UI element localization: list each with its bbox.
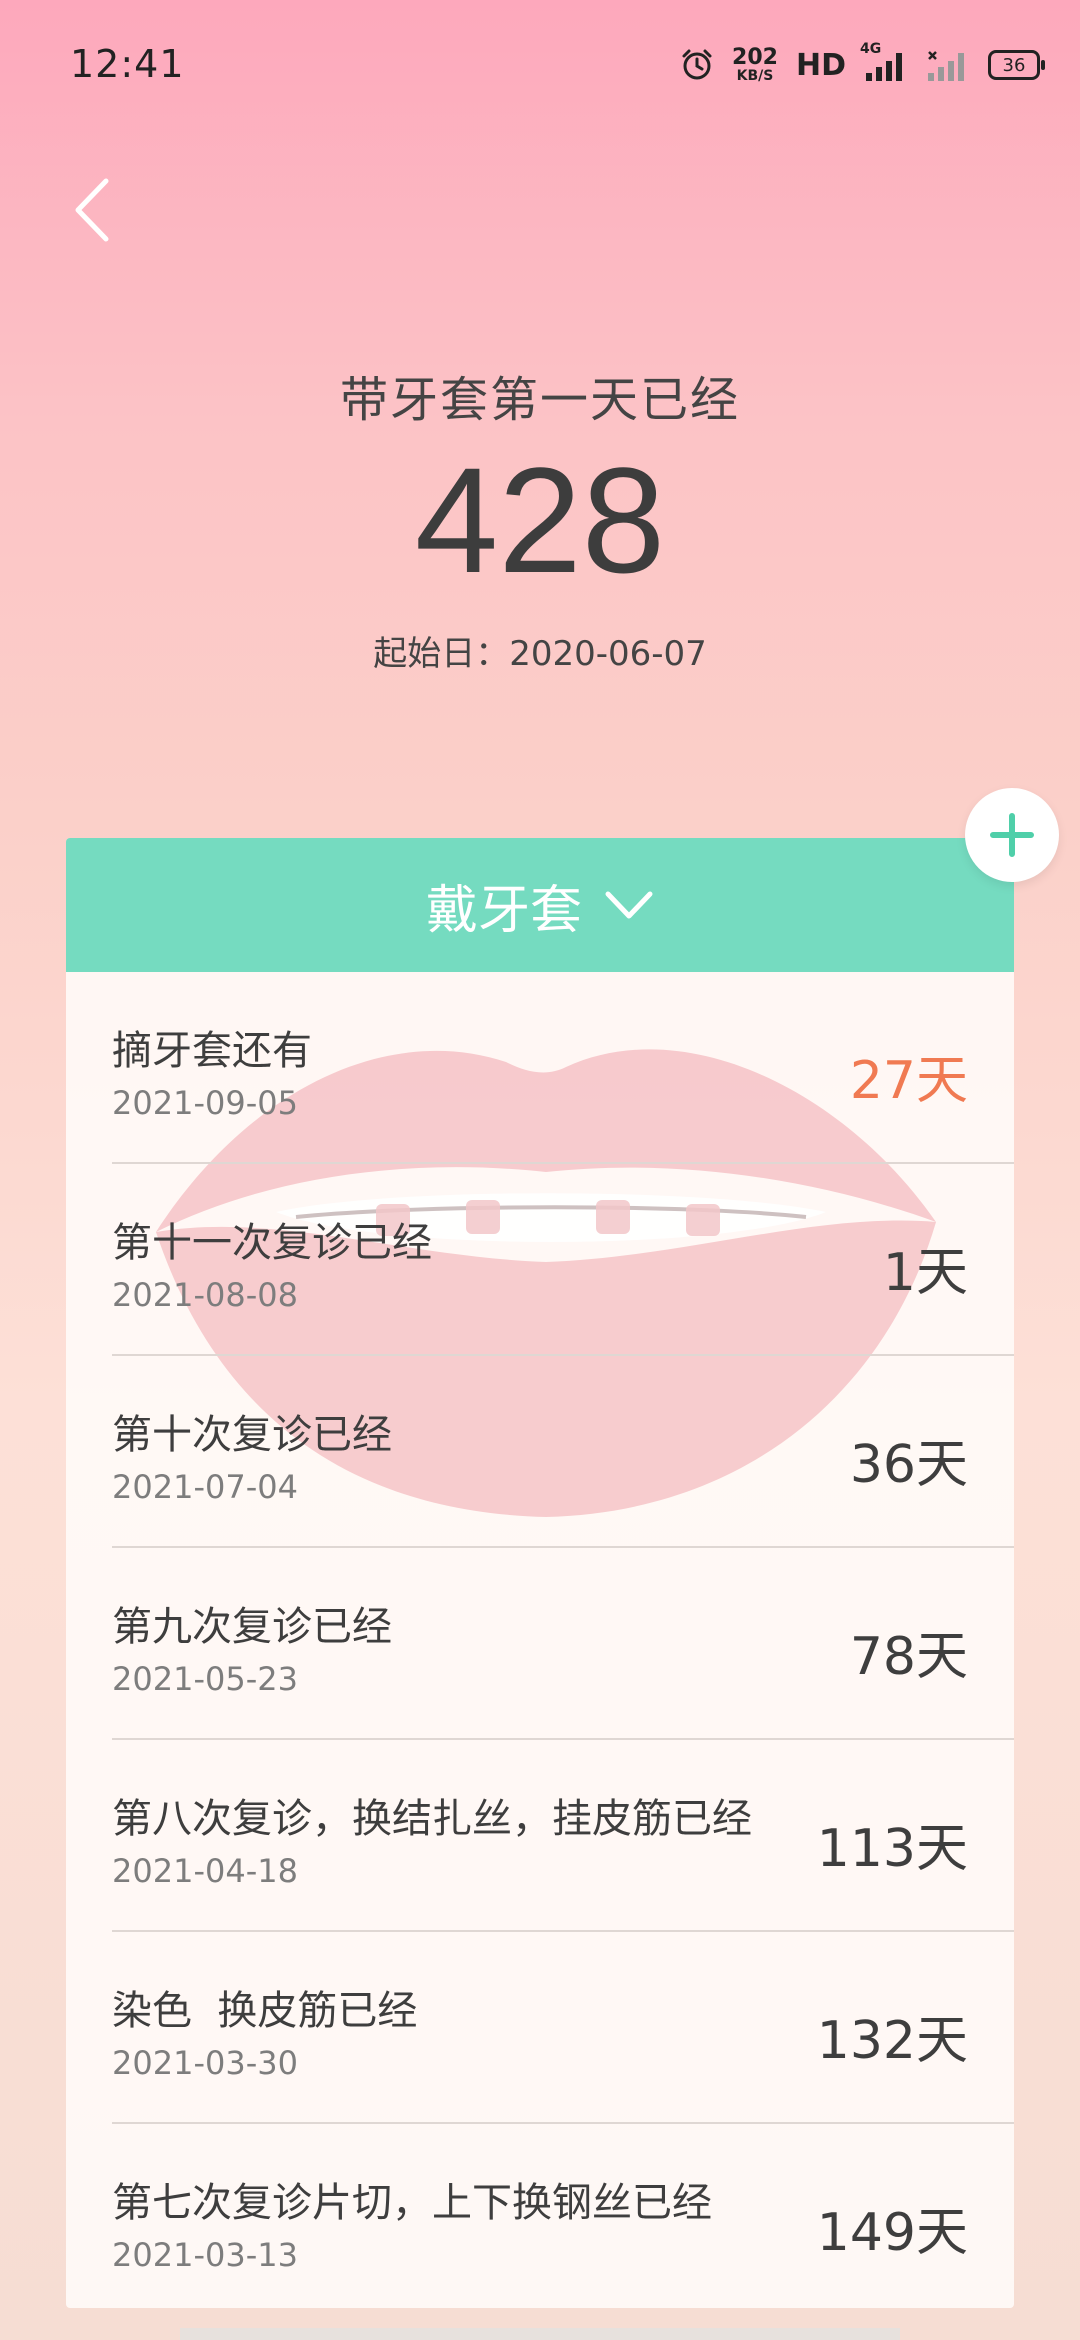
signal-empty-icon	[928, 51, 964, 81]
network-speed-unit: KB/S	[736, 68, 774, 84]
item-days: 27天	[849, 1051, 968, 1111]
item-title: 第七次复诊片切，上下换钢丝已经	[112, 2180, 712, 2226]
item-days: 78天	[849, 1627, 968, 1687]
hd-indicator: HD	[795, 47, 846, 83]
item-date: 2021-04-18	[112, 1852, 298, 1890]
add-button[interactable]	[965, 788, 1059, 882]
item-title: 第八次复诊，换结扎丝，挂皮筋已经	[112, 1796, 752, 1842]
category-dropdown[interactable]: 戴牙套	[66, 838, 1014, 972]
item-date: 2021-07-04	[112, 1468, 298, 1506]
item-date: 2021-05-23	[112, 1660, 298, 1698]
start-date: 起始日：2020-06-07	[373, 633, 707, 674]
counter-header: 带牙套第一天已经 428 起始日：2020-06-07	[0, 360, 1080, 675]
event-list: 摘牙套还有 2021-09-05 27天 第十一次复诊已经 2021-08-08…	[66, 972, 1014, 2308]
list-item[interactable]: 第十次复诊已经 2021-07-04 36天	[112, 1356, 1014, 1548]
item-title: 第十一次复诊已经	[112, 1220, 432, 1266]
list-item[interactable]: 摘牙套还有 2021-09-05 27天	[112, 972, 1014, 1164]
item-date: 2021-03-30	[112, 2044, 298, 2082]
list-item[interactable]: 第九次复诊已经 2021-05-23 78天	[112, 1548, 1014, 1740]
counter-value: 428	[414, 436, 666, 604]
item-days: 113天	[816, 1819, 968, 1879]
alarm-icon	[682, 49, 712, 80]
chevron-left-icon	[75, 178, 109, 242]
item-days: 132天	[816, 2011, 968, 2071]
list-item[interactable]: 染色 换皮筋已经 2021-03-30 132天	[112, 1932, 1014, 2124]
item-days: 149天	[816, 2203, 968, 2263]
item-date: 2021-09-05	[112, 1084, 298, 1122]
category-label: 戴牙套	[425, 880, 582, 941]
network-speed: 202 KB/S	[732, 45, 778, 84]
event-card: 戴牙套 摘牙套还有 2021-09-05 27天 第十一次复诊已经 2021-0…	[66, 838, 1014, 2308]
item-days: 36天	[849, 1435, 968, 1495]
battery-icon: 36	[988, 50, 1045, 80]
signal-4g: 4G	[860, 41, 908, 81]
back-button[interactable]	[62, 170, 122, 250]
network-type-label: 4G	[860, 41, 882, 57]
item-days: 1天	[882, 1243, 968, 1303]
network-speed-value: 202	[732, 45, 778, 70]
item-title: 第九次复诊已经	[112, 1604, 392, 1650]
list-item[interactable]: 第七次复诊片切，上下换钢丝已经 2021-03-13 149天	[112, 2124, 1014, 2308]
item-date: 2021-03-13	[112, 2236, 298, 2274]
plus-icon	[990, 813, 1034, 857]
item-title: 第十次复诊已经	[112, 1412, 392, 1458]
status-icons: 202 KB/S HD 4G 36	[680, 40, 1045, 90]
scroll-edge	[180, 2328, 900, 2340]
item-title: 染色 换皮筋已经	[112, 1988, 418, 2034]
status-bar: 12:41 202 KB/S HD 4G 36	[0, 0, 1080, 130]
list-item[interactable]: 第八次复诊，换结扎丝，挂皮筋已经 2021-04-18 113天	[112, 1740, 1014, 1932]
list-item[interactable]: 第十一次复诊已经 2021-08-08 1天	[112, 1164, 1014, 1356]
chevron-down-icon	[605, 891, 653, 919]
counter-title: 带牙套第一天已经	[339, 372, 740, 428]
item-date: 2021-08-08	[112, 1276, 298, 1314]
battery-level: 36	[1002, 54, 1026, 76]
status-time: 12:41	[70, 42, 185, 86]
item-title: 摘牙套还有	[112, 1028, 312, 1074]
